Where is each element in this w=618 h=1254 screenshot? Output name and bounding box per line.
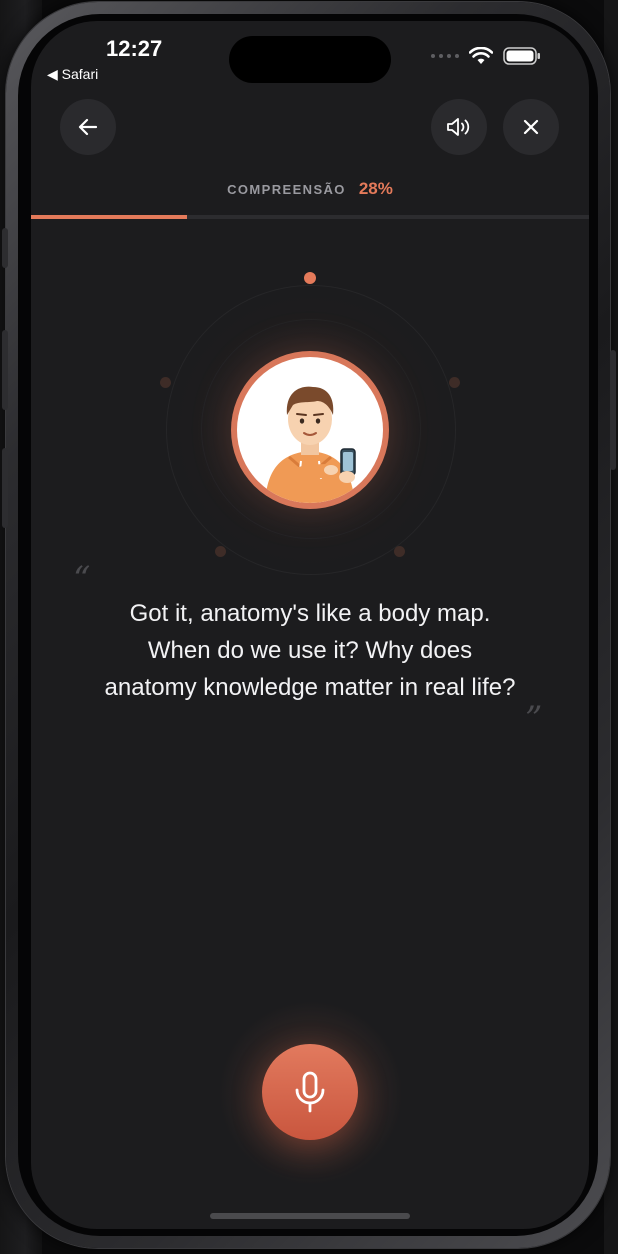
home-indicator[interactable]: [210, 1213, 410, 1219]
orbit-dot-active: [304, 272, 316, 284]
volume-down-button: [2, 448, 8, 528]
quote-line: When do we use it? Why does: [147, 637, 473, 664]
speaker-button[interactable]: [431, 99, 487, 155]
microphone-icon: [295, 1071, 325, 1113]
back-to-app-link[interactable]: ◀ Safari: [47, 66, 98, 83]
orbit-dot: [394, 546, 405, 557]
comprehension-label: COMPREENSÃO: [227, 182, 346, 197]
comprehension-progress-label: COMPREENSÃO 28%: [31, 179, 589, 199]
app-screen: 12:27 ◀ Safari COMPREENSÃO 28% “ Got it,…: [31, 21, 589, 1229]
close-icon: [523, 119, 539, 135]
wifi-icon: [469, 47, 493, 64]
power-button: [610, 350, 616, 470]
comprehension-progress-fill: [31, 215, 188, 219]
comprehension-percent: 28%: [358, 179, 393, 198]
quote-close-mark: ”: [525, 699, 543, 739]
quote-text: Got it, anatomy's like a body map. When …: [61, 595, 559, 706]
quote-line: Got it, anatomy's like a body map.: [129, 600, 491, 627]
back-button[interactable]: [60, 99, 116, 155]
orbit-dot: [160, 377, 171, 388]
arrow-left-icon: [78, 118, 98, 136]
comprehension-progress-bar: [31, 215, 589, 219]
speaker-icon: [447, 118, 470, 136]
dynamic-island: [229, 36, 391, 83]
orbit-dot: [449, 377, 460, 388]
close-button[interactable]: [503, 99, 559, 155]
battery-icon: [503, 47, 540, 65]
status-time: 12:27: [106, 36, 163, 61]
orbit-dot: [215, 546, 226, 557]
action-button: [2, 228, 8, 268]
quote-open-mark: “: [73, 559, 91, 599]
microphone-button[interactable]: [262, 1044, 358, 1140]
character-avatar-illustration: [237, 357, 383, 503]
status-icons: [431, 47, 541, 65]
quote-line: anatomy knowledge matter in real life?: [104, 674, 516, 701]
volume-up-button: [2, 330, 8, 410]
character-illustration: [265, 386, 356, 503]
avatar: [231, 351, 389, 509]
cellular-signal-icon: [431, 54, 459, 58]
